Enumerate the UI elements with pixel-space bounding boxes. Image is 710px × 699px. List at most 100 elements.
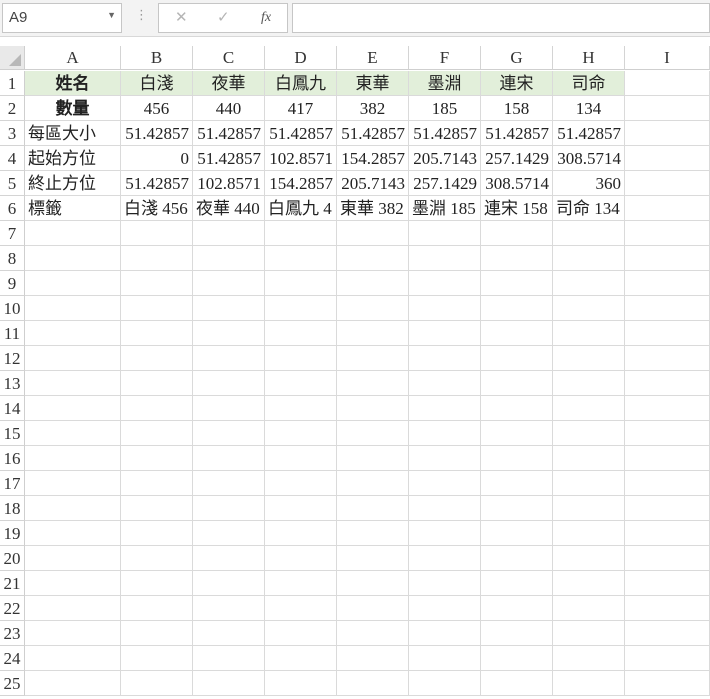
cell-a15[interactable] <box>25 421 121 446</box>
cell-c13[interactable] <box>193 371 265 396</box>
cell-i25[interactable] <box>625 671 710 696</box>
cell-h1[interactable]: 司命 <box>553 71 625 96</box>
cell-f8[interactable] <box>409 246 481 271</box>
cell-e15[interactable] <box>337 421 409 446</box>
cell-c11[interactable] <box>193 321 265 346</box>
cell-h9[interactable] <box>553 271 625 296</box>
cell-e21[interactable] <box>337 571 409 596</box>
cell-c20[interactable] <box>193 546 265 571</box>
cell-e9[interactable] <box>337 271 409 296</box>
cell-c19[interactable] <box>193 521 265 546</box>
cell-h20[interactable] <box>553 546 625 571</box>
cell-d12[interactable] <box>265 346 337 371</box>
cell-a6[interactable]: 標籤 <box>25 196 121 221</box>
cell-b1[interactable]: 白淺 <box>121 71 193 96</box>
cell-f4[interactable]: 205.7143 <box>409 146 481 171</box>
cell-i14[interactable] <box>625 396 710 421</box>
cell-c3[interactable]: 51.42857 <box>193 121 265 146</box>
cell-b23[interactable] <box>121 621 193 646</box>
cell-f5[interactable]: 257.1429 <box>409 171 481 196</box>
cell-f12[interactable] <box>409 346 481 371</box>
cell-b17[interactable] <box>121 471 193 496</box>
cell-d16[interactable] <box>265 446 337 471</box>
cell-b16[interactable] <box>121 446 193 471</box>
cell-c6[interactable]: 夜華 440 <box>193 196 265 221</box>
cell-f2[interactable]: 185 <box>409 96 481 121</box>
cell-c16[interactable] <box>193 446 265 471</box>
cell-f15[interactable] <box>409 421 481 446</box>
cell-h8[interactable] <box>553 246 625 271</box>
cell-h25[interactable] <box>553 671 625 696</box>
cell-e10[interactable] <box>337 296 409 321</box>
cell-c25[interactable] <box>193 671 265 696</box>
cell-h15[interactable] <box>553 421 625 446</box>
cell-b25[interactable] <box>121 671 193 696</box>
cell-d22[interactable] <box>265 596 337 621</box>
cell-c10[interactable] <box>193 296 265 321</box>
cell-h10[interactable] <box>553 296 625 321</box>
column-header-b[interactable]: B <box>121 46 193 70</box>
cell-g10[interactable] <box>481 296 553 321</box>
cell-f18[interactable] <box>409 496 481 521</box>
cell-e7[interactable] <box>337 221 409 246</box>
cell-e20[interactable] <box>337 546 409 571</box>
cell-g11[interactable] <box>481 321 553 346</box>
cell-a24[interactable] <box>25 646 121 671</box>
cell-d11[interactable] <box>265 321 337 346</box>
cell-a21[interactable] <box>25 571 121 596</box>
name-box[interactable]: A9 ▼ <box>2 3 122 33</box>
cell-a3[interactable]: 每區大小 <box>25 121 121 146</box>
cell-i4[interactable] <box>625 146 710 171</box>
row-header-19[interactable]: 19 <box>0 521 25 546</box>
cell-g5[interactable]: 308.5714 <box>481 171 553 196</box>
cell-a9[interactable] <box>25 271 121 296</box>
row-header-6[interactable]: 6 <box>0 196 25 221</box>
cell-e12[interactable] <box>337 346 409 371</box>
cell-e6[interactable]: 東華 382 <box>337 196 409 221</box>
cell-d23[interactable] <box>265 621 337 646</box>
row-header-14[interactable]: 14 <box>0 396 25 421</box>
cell-d2[interactable]: 417 <box>265 96 337 121</box>
cell-e25[interactable] <box>337 671 409 696</box>
cell-g8[interactable] <box>481 246 553 271</box>
cell-h17[interactable] <box>553 471 625 496</box>
row-header-25[interactable]: 25 <box>0 671 25 696</box>
cell-i23[interactable] <box>625 621 710 646</box>
cell-h24[interactable] <box>553 646 625 671</box>
cell-f16[interactable] <box>409 446 481 471</box>
cell-f21[interactable] <box>409 571 481 596</box>
cell-a1[interactable]: 姓名 <box>25 71 121 96</box>
row-header-7[interactable]: 7 <box>0 221 25 246</box>
cell-g25[interactable] <box>481 671 553 696</box>
cell-b8[interactable] <box>121 246 193 271</box>
cell-h6[interactable]: 司命 134 <box>553 196 625 221</box>
cell-f23[interactable] <box>409 621 481 646</box>
row-header-1[interactable]: 1 <box>0 71 25 96</box>
cell-i11[interactable] <box>625 321 710 346</box>
cell-e18[interactable] <box>337 496 409 521</box>
cell-b9[interactable] <box>121 271 193 296</box>
cell-h18[interactable] <box>553 496 625 521</box>
cell-i13[interactable] <box>625 371 710 396</box>
cell-e23[interactable] <box>337 621 409 646</box>
cell-i8[interactable] <box>625 246 710 271</box>
cell-h13[interactable] <box>553 371 625 396</box>
row-header-5[interactable]: 5 <box>0 171 25 196</box>
cell-b18[interactable] <box>121 496 193 521</box>
cell-i18[interactable] <box>625 496 710 521</box>
cell-a25[interactable] <box>25 671 121 696</box>
cell-d5[interactable]: 154.2857 <box>265 171 337 196</box>
row-header-16[interactable]: 16 <box>0 446 25 471</box>
cell-a8[interactable] <box>25 246 121 271</box>
cell-e14[interactable] <box>337 396 409 421</box>
column-header-d[interactable]: D <box>265 46 337 70</box>
cell-d15[interactable] <box>265 421 337 446</box>
column-header-e[interactable]: E <box>337 46 409 70</box>
cell-a23[interactable] <box>25 621 121 646</box>
row-header-8[interactable]: 8 <box>0 246 25 271</box>
column-header-f[interactable]: F <box>409 46 481 70</box>
cell-g3[interactable]: 51.42857 <box>481 121 553 146</box>
cell-d10[interactable] <box>265 296 337 321</box>
cell-i10[interactable] <box>625 296 710 321</box>
row-header-18[interactable]: 18 <box>0 496 25 521</box>
